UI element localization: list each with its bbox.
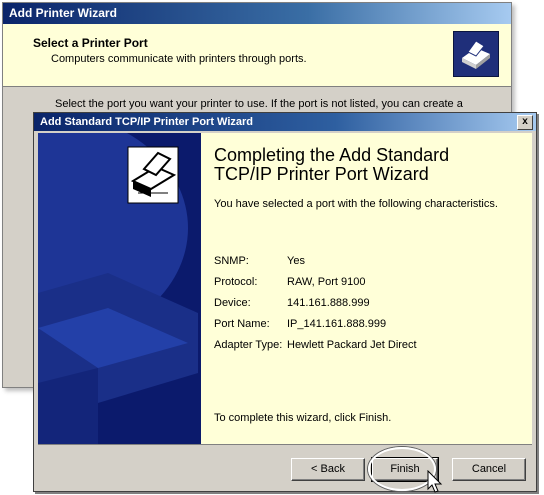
detail-label: Adapter Type: <box>214 339 283 351</box>
completion-heading: Completing the Add Standard TCP/IP Print… <box>214 146 449 184</box>
detail-value: Yes <box>287 255 305 267</box>
summary-intro: You have selected a port with the follow… <box>214 198 498 210</box>
detail-value: IP_141.161.888.999 <box>287 318 387 330</box>
back-button[interactable]: < Back <box>291 458 365 481</box>
printer-icon <box>453 31 499 77</box>
sidebar-artwork <box>38 133 201 444</box>
detail-value: 141.161.888.999 <box>287 297 370 309</box>
wizard-header: Select a Printer Port Computers communic… <box>3 24 511 87</box>
detail-label: SNMP: <box>214 255 249 267</box>
header-subtitle: Computers communicate with printers thro… <box>51 53 307 65</box>
detail-value: RAW, Port 9100 <box>287 276 366 288</box>
detail-row-snmp: SNMP: Yes <box>214 255 305 267</box>
dialog-title: Add Standard TCP/IP Printer Port Wizard <box>40 116 254 128</box>
detail-label: Port Name: <box>214 318 270 330</box>
finish-instruction: To complete this wizard, click Finish. <box>214 412 392 424</box>
close-button[interactable]: x <box>517 115 533 130</box>
header-title: Select a Printer Port <box>33 36 148 50</box>
detail-row-device: Device: 141.161.888.999 <box>214 297 370 309</box>
mouse-pointer-icon <box>427 470 443 493</box>
heading-line-1: Completing the Add Standard <box>214 145 450 165</box>
wizard-page: Completing the Add Standard TCP/IP Print… <box>38 133 532 445</box>
detail-row-port-name: Port Name: IP_141.161.888.999 <box>214 318 386 330</box>
finish-highlight-circle <box>368 447 436 491</box>
detail-label: Device: <box>214 297 251 309</box>
heading-line-2: TCP/IP Printer Port Wizard <box>214 164 429 184</box>
wizard-sidebar <box>38 133 201 444</box>
instruction-text: Select the port you want your printer to… <box>55 98 463 110</box>
dialog-title-bar[interactable]: Add Standard TCP/IP Printer Port Wizard … <box>34 113 536 131</box>
detail-row-protocol: Protocol: RAW, Port 9100 <box>214 276 365 288</box>
window-title: Add Printer Wizard <box>3 3 511 24</box>
printer-document-icon <box>127 146 179 204</box>
detail-value: Hewlett Packard Jet Direct <box>287 339 417 351</box>
tcpip-port-wizard-dialog: Add Standard TCP/IP Printer Port Wizard … <box>33 112 537 492</box>
cancel-button[interactable]: Cancel <box>452 458 526 481</box>
detail-row-adapter-type: Adapter Type: Hewlett Packard Jet Direct <box>214 339 417 351</box>
detail-label: Protocol: <box>214 276 258 288</box>
